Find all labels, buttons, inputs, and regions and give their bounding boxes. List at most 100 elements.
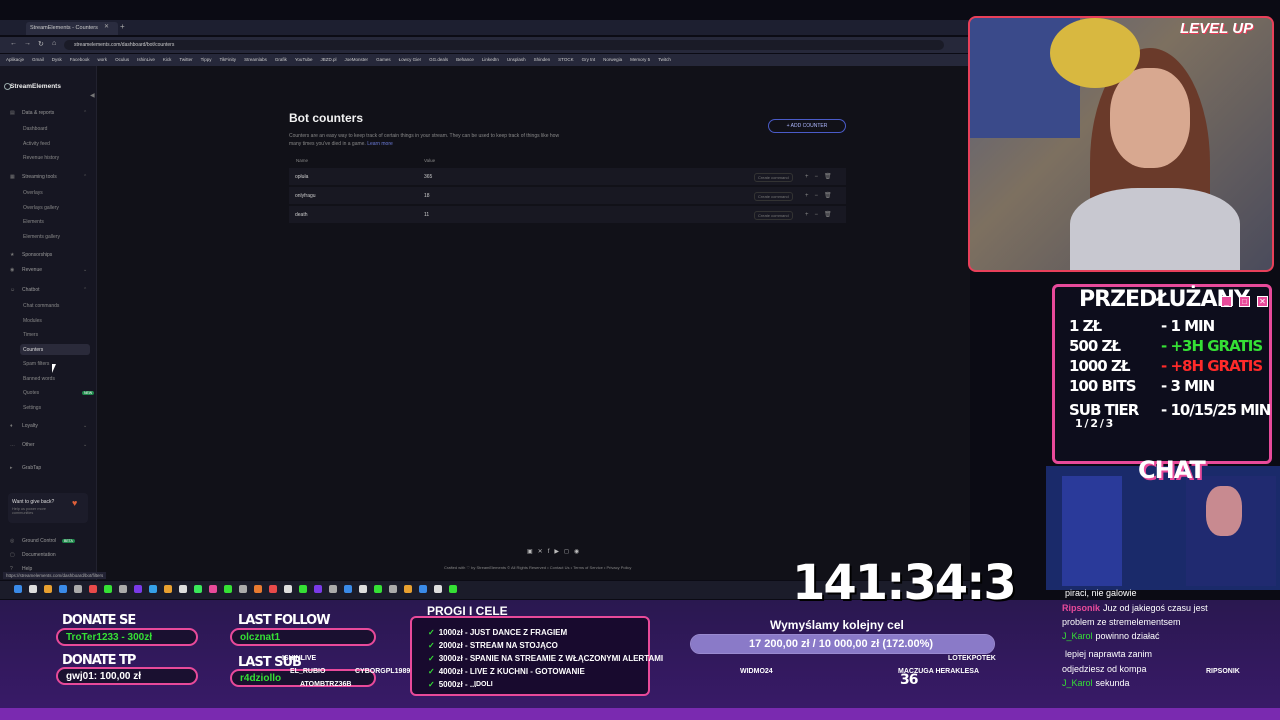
taskbar-app-icon[interactable] [284, 585, 292, 593]
taskbar-app-icon[interactable] [404, 585, 412, 593]
sidebar-item-quotes[interactable]: Quotes [23, 390, 39, 396]
bookmark-item[interactable]: YouTube [295, 57, 313, 62]
sidebar-section-loyalty[interactable]: ♦ Loyalty ⌄ [10, 423, 87, 429]
create-command-button[interactable]: Create command [754, 192, 793, 201]
sidebar-section-sponsorships[interactable]: ★ Sponsorships [10, 252, 52, 258]
taskbar-app-icon[interactable] [344, 585, 352, 593]
sidebar-item-revenue-history[interactable]: Revenue history [23, 155, 59, 161]
taskbar-app-icon[interactable] [269, 585, 277, 593]
sidebar-item-settings[interactable]: Settings [23, 405, 41, 411]
back-icon[interactable]: ← [10, 40, 17, 47]
taskbar-app-icon[interactable] [374, 585, 382, 593]
taskbar-app-icon[interactable] [209, 585, 217, 593]
taskbar-app-icon[interactable] [149, 585, 157, 593]
bookmark-item[interactable]: Oculus [115, 57, 129, 62]
sidebar-section-revenue[interactable]: ◉ Revenue ⌄ [10, 267, 87, 273]
sidebar-link-ground-control[interactable]: ◎ Ground Control [10, 538, 56, 544]
sidebar-item-overlays[interactable]: Overlays [23, 190, 43, 196]
sidebar-item-elements[interactable]: Elements [23, 219, 44, 225]
bookmark-item[interactable]: Games [376, 57, 391, 62]
bookmark-item[interactable]: Łowcy Gier [399, 57, 422, 62]
bookmark-item[interactable]: Aplikacje [6, 57, 24, 62]
forward-icon[interactable]: → [24, 40, 31, 47]
sidebar-section-chatbot[interactable]: ☺ Chatbot ⌃ [10, 287, 87, 293]
taskbar-app-icon[interactable] [164, 585, 172, 593]
add-counter-button[interactable]: + ADD COUNTER [768, 119, 846, 133]
youtube-icon[interactable]: ▶ [554, 549, 564, 555]
bookmark-item[interactable]: Gmail [32, 57, 44, 62]
taskbar-app-icon[interactable] [134, 585, 142, 593]
bookmark-item[interactable]: work [98, 57, 108, 62]
sidebar-item-modules[interactable]: Modules [23, 318, 42, 324]
taskbar-app-icon[interactable] [299, 585, 307, 593]
sidebar-item-timers[interactable]: Timers [23, 332, 38, 338]
taskbar-app-icon[interactable] [194, 585, 202, 593]
taskbar-app-icon[interactable] [389, 585, 397, 593]
instagram-icon[interactable]: ◻ [564, 549, 574, 555]
plus-icon[interactable]: + [805, 174, 815, 180]
address-bar[interactable]: streamelements.com/dashboard/bot/counter… [64, 40, 944, 50]
taskbar-app-icon[interactable] [14, 585, 22, 593]
taskbar-app-icon[interactable] [89, 585, 97, 593]
bookmark-item[interactable]: Grafik [275, 57, 287, 62]
sidebar-item-elements-gallery[interactable]: Elements gallery [23, 234, 60, 240]
twitch-icon[interactable]: ▣ [527, 549, 538, 555]
taskbar-app-icon[interactable] [29, 585, 37, 593]
bookmark-item[interactable]: Kick [163, 57, 172, 62]
taskbar-app-icon[interactable] [449, 585, 457, 593]
trash-icon[interactable]: 🗑 [824, 193, 838, 199]
give-back-card[interactable]: Want to give back? Help us power more co… [8, 493, 88, 523]
bookmark-item[interactable]: Norwegia [603, 57, 622, 62]
taskbar-app-icon[interactable] [419, 585, 427, 593]
taskbar-app-icon[interactable] [254, 585, 262, 593]
minus-icon[interactable]: − [815, 174, 825, 180]
counter-value[interactable]: 18 [424, 193, 430, 199]
counter-value[interactable]: 365 [424, 174, 432, 180]
taskbar-app-icon[interactable] [239, 585, 247, 593]
taskbar-app-icon[interactable] [314, 585, 322, 593]
taskbar-app-icon[interactable] [74, 585, 82, 593]
taskbar-app-icon[interactable] [44, 585, 52, 593]
bookmark-item[interactable]: TikFinity [219, 57, 236, 62]
taskbar-app-icon[interactable] [329, 585, 337, 593]
sidebar-item-counters[interactable]: Counters [23, 347, 43, 353]
bookmark-item[interactable]: LinkedIn [482, 57, 499, 62]
brand-name[interactable]: StreamElements [10, 83, 61, 90]
bookmark-item[interactable]: Unsplash [507, 57, 526, 62]
bookmark-item[interactable]: Tippy [201, 57, 212, 62]
reload-icon[interactable]: ↻ [38, 40, 44, 48]
x-icon[interactable]: ✕ [538, 549, 548, 555]
taskbar-app-icon[interactable] [224, 585, 232, 593]
minus-icon[interactable]: − [815, 193, 825, 199]
sidebar-item-banned-words[interactable]: Banned words [23, 376, 55, 382]
new-tab-icon[interactable]: + [120, 22, 125, 31]
discord-icon[interactable]: ◉ [574, 549, 584, 555]
taskbar-app-icon[interactable] [119, 585, 127, 593]
taskbar-app-icon[interactable] [359, 585, 367, 593]
sidebar-section-grabtap[interactable]: ▸ GrabTap [10, 465, 41, 471]
bookmark-item[interactable]: IshinLive [137, 57, 155, 62]
taskbar-app-icon[interactable] [59, 585, 67, 593]
bookmark-item[interactable]: Shinden [534, 57, 551, 62]
sidebar-item-dashboard[interactable]: Dashboard [23, 126, 47, 132]
bookmark-item[interactable]: Streamlabs [244, 57, 267, 62]
plus-icon[interactable]: + [805, 212, 815, 218]
collapse-sidebar-icon[interactable]: ◀ [90, 92, 95, 99]
trash-icon[interactable]: 🗑 [824, 212, 838, 218]
taskbar-app-icon[interactable] [434, 585, 442, 593]
bookmark-item[interactable]: Gry tnt [582, 57, 596, 62]
plus-icon[interactable]: + [805, 193, 815, 199]
bookmark-item[interactable]: Dysk [52, 57, 62, 62]
bookmark-item[interactable]: Twitch [658, 57, 671, 62]
close-tab-icon[interactable]: ✕ [104, 23, 109, 30]
create-command-button[interactable]: Create command [754, 173, 793, 182]
sidebar-item-chat-commands[interactable]: Chat commands [23, 303, 59, 309]
sidebar-section-streaming-tools[interactable]: ▦ Streaming tools ⌃ [10, 174, 87, 180]
minus-icon[interactable]: − [815, 212, 825, 218]
sidebar-link-documentation[interactable]: ▢ Documentation [10, 552, 56, 558]
taskbar-app-icon[interactable] [104, 585, 112, 593]
bookmark-item[interactable]: Twitter [179, 57, 192, 62]
learn-more-link[interactable]: Learn more [367, 141, 393, 147]
sidebar-section-other[interactable]: … Other ⌄ [10, 442, 87, 448]
taskbar-app-icon[interactable] [179, 585, 187, 593]
